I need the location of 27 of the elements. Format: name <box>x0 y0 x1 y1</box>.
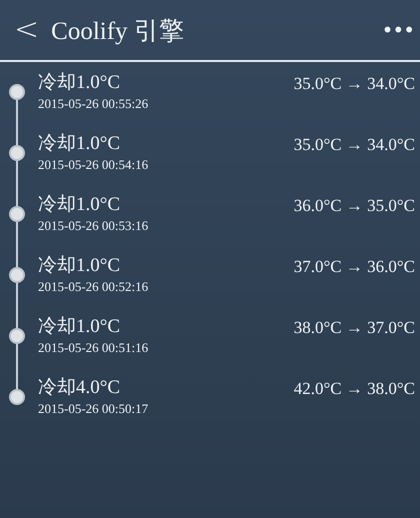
record-title: 冷却1.0°C <box>38 315 122 339</box>
record-time: 2015-05-26 00:50:17 <box>38 400 150 418</box>
record-time: 2015-05-26 00:51:16 <box>38 339 150 357</box>
timeline-dot <box>9 328 25 344</box>
record-time: 2015-05-26 00:55:26 <box>38 95 150 113</box>
record-time: 2015-05-26 00:54:16 <box>38 156 150 174</box>
timeline-dot <box>9 389 25 405</box>
timeline-dot <box>9 206 25 222</box>
timeline-dot <box>9 267 25 283</box>
temperature-change: 36.0°C → 35.0°C <box>294 195 415 217</box>
record-title: 冷却1.0°C <box>38 132 122 156</box>
record-title: 冷却4.0°C <box>38 376 122 400</box>
temperature-change: 38.0°C → 37.0°C <box>294 317 415 339</box>
record-title: 冷却1.0°C <box>38 193 122 217</box>
temperature-change: 35.0°C → 34.0°C <box>294 134 415 156</box>
timeline-dot <box>9 84 25 100</box>
temperature-change: 37.0°C → 36.0°C <box>294 256 415 278</box>
timeline-dot <box>9 145 25 161</box>
record-time: 2015-05-26 00:52:16 <box>38 278 150 296</box>
record-title: 冷却1.0°C <box>38 254 122 278</box>
record-title: 冷却1.0°C <box>38 71 122 95</box>
back-button[interactable]: < <box>14 15 40 45</box>
window-title: Coolify 引擎 <box>51 16 185 46</box>
temperature-change: 42.0°C → 38.0°C <box>294 378 415 400</box>
record-time: 2015-05-26 00:53:16 <box>38 217 150 235</box>
more-button[interactable]: ••• <box>382 18 414 42</box>
temperature-change: 35.0°C → 34.0°C <box>294 73 415 95</box>
